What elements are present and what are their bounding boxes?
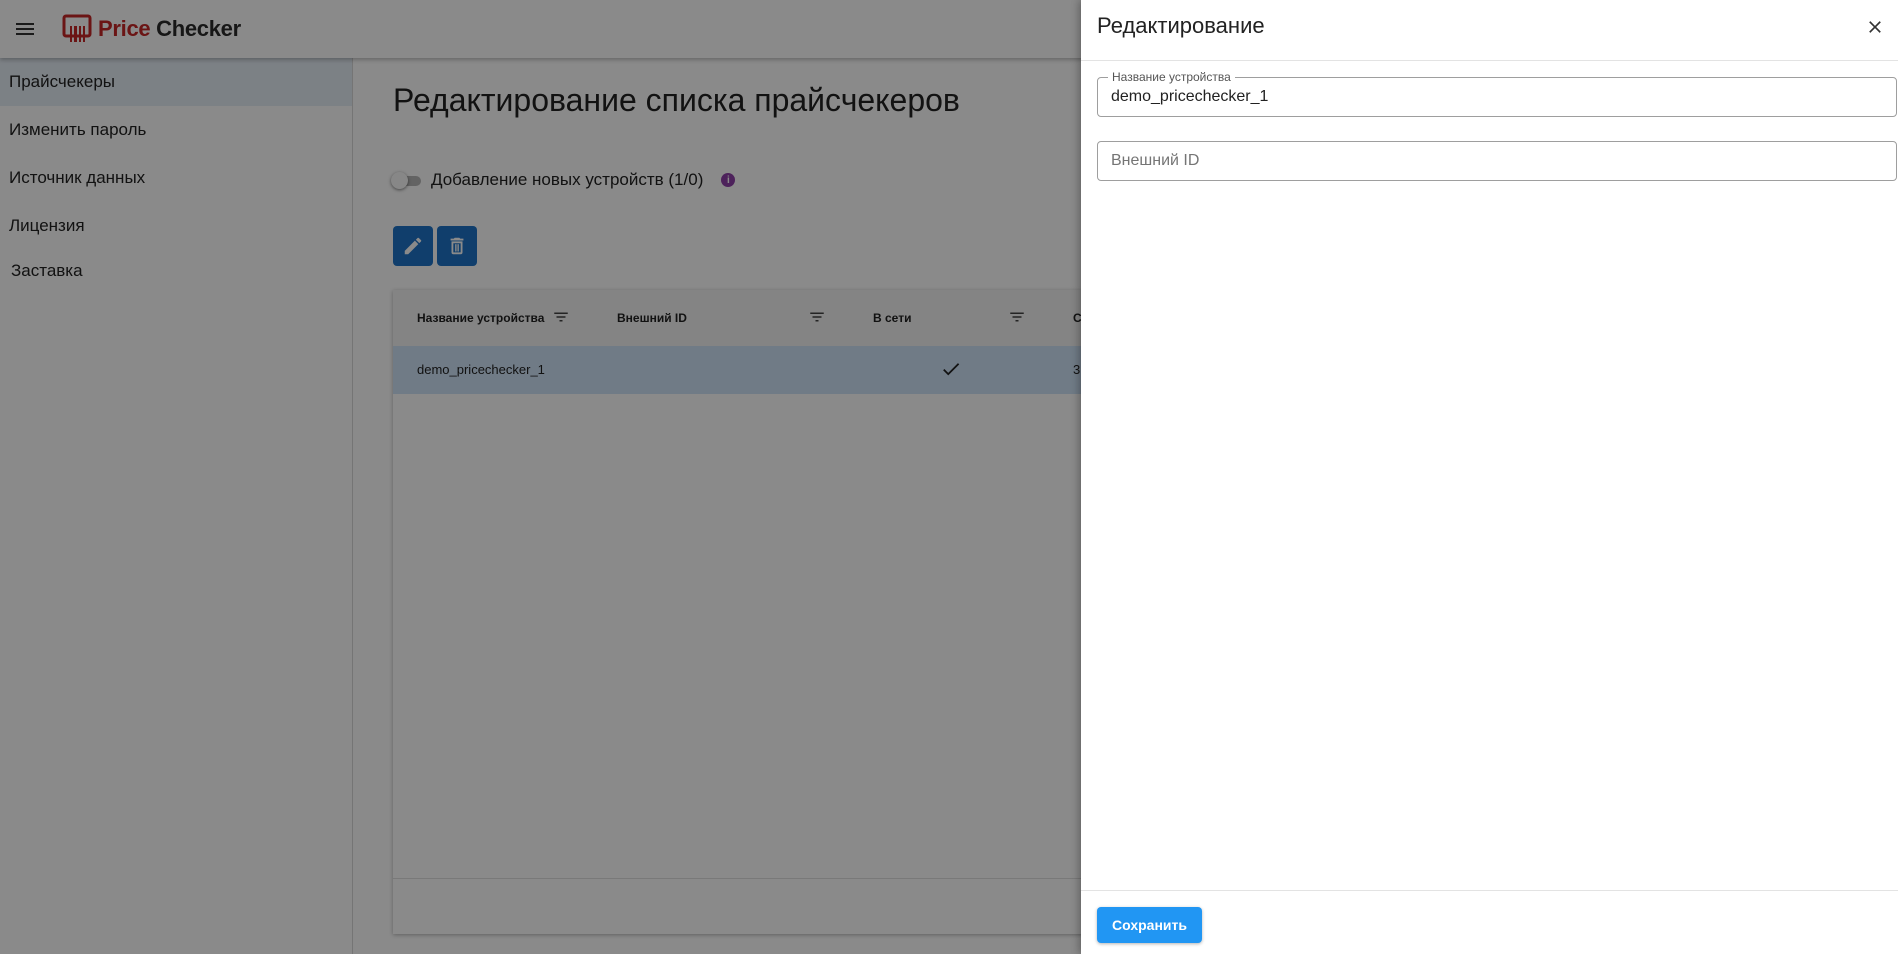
drawer-title: Редактирование [1097, 13, 1265, 38]
drawer-footer: Сохранить [1081, 890, 1898, 954]
edit-drawer: Редактирование Название устройства Сохра… [1081, 0, 1898, 954]
device-name-field: Название устройства [1097, 70, 1897, 117]
close-icon[interactable] [1865, 17, 1885, 37]
external-id-input[interactable] [1098, 142, 1896, 180]
external-id-field [1097, 141, 1897, 181]
drawer-header: Редактирование [1081, 0, 1898, 61]
device-name-input[interactable] [1098, 78, 1896, 116]
save-button[interactable]: Сохранить [1097, 907, 1202, 943]
